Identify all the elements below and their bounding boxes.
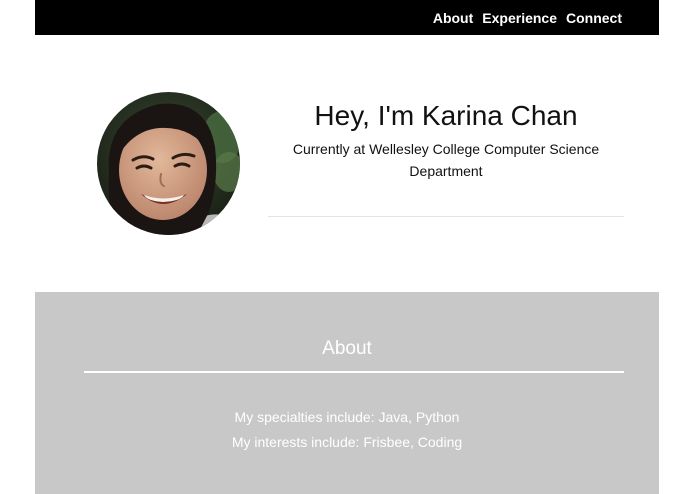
page: About Experience Connect Hey, I'm Karina… [0, 0, 695, 494]
profile-photo-icon [97, 92, 240, 235]
nav-link-experience[interactable]: Experience [482, 10, 557, 26]
about-section: About My specialties include: Java, Pyth… [35, 292, 659, 494]
avatar [97, 92, 240, 235]
hero-text: Hey, I'm Karina Chan Currently at Welles… [268, 96, 624, 182]
hero-subtitle: Currently at Wellesley College Computer … [292, 141, 600, 179]
about-specialties: My specialties include: Java, Python [234, 409, 460, 425]
top-navbar: About Experience Connect [35, 0, 659, 35]
about-heading: About [322, 338, 372, 359]
about-lines: My specialties include: Java, Python My … [35, 405, 659, 455]
nav-links: About Experience Connect [433, 0, 622, 35]
hero-divider [268, 216, 624, 217]
page-title: Hey, I'm Karina Chan [314, 100, 578, 131]
about-interests: My interests include: Frisbee, Coding [231, 434, 463, 450]
about-divider [84, 371, 624, 373]
nav-link-about[interactable]: About [433, 10, 473, 26]
nav-link-connect[interactable]: Connect [566, 10, 622, 26]
